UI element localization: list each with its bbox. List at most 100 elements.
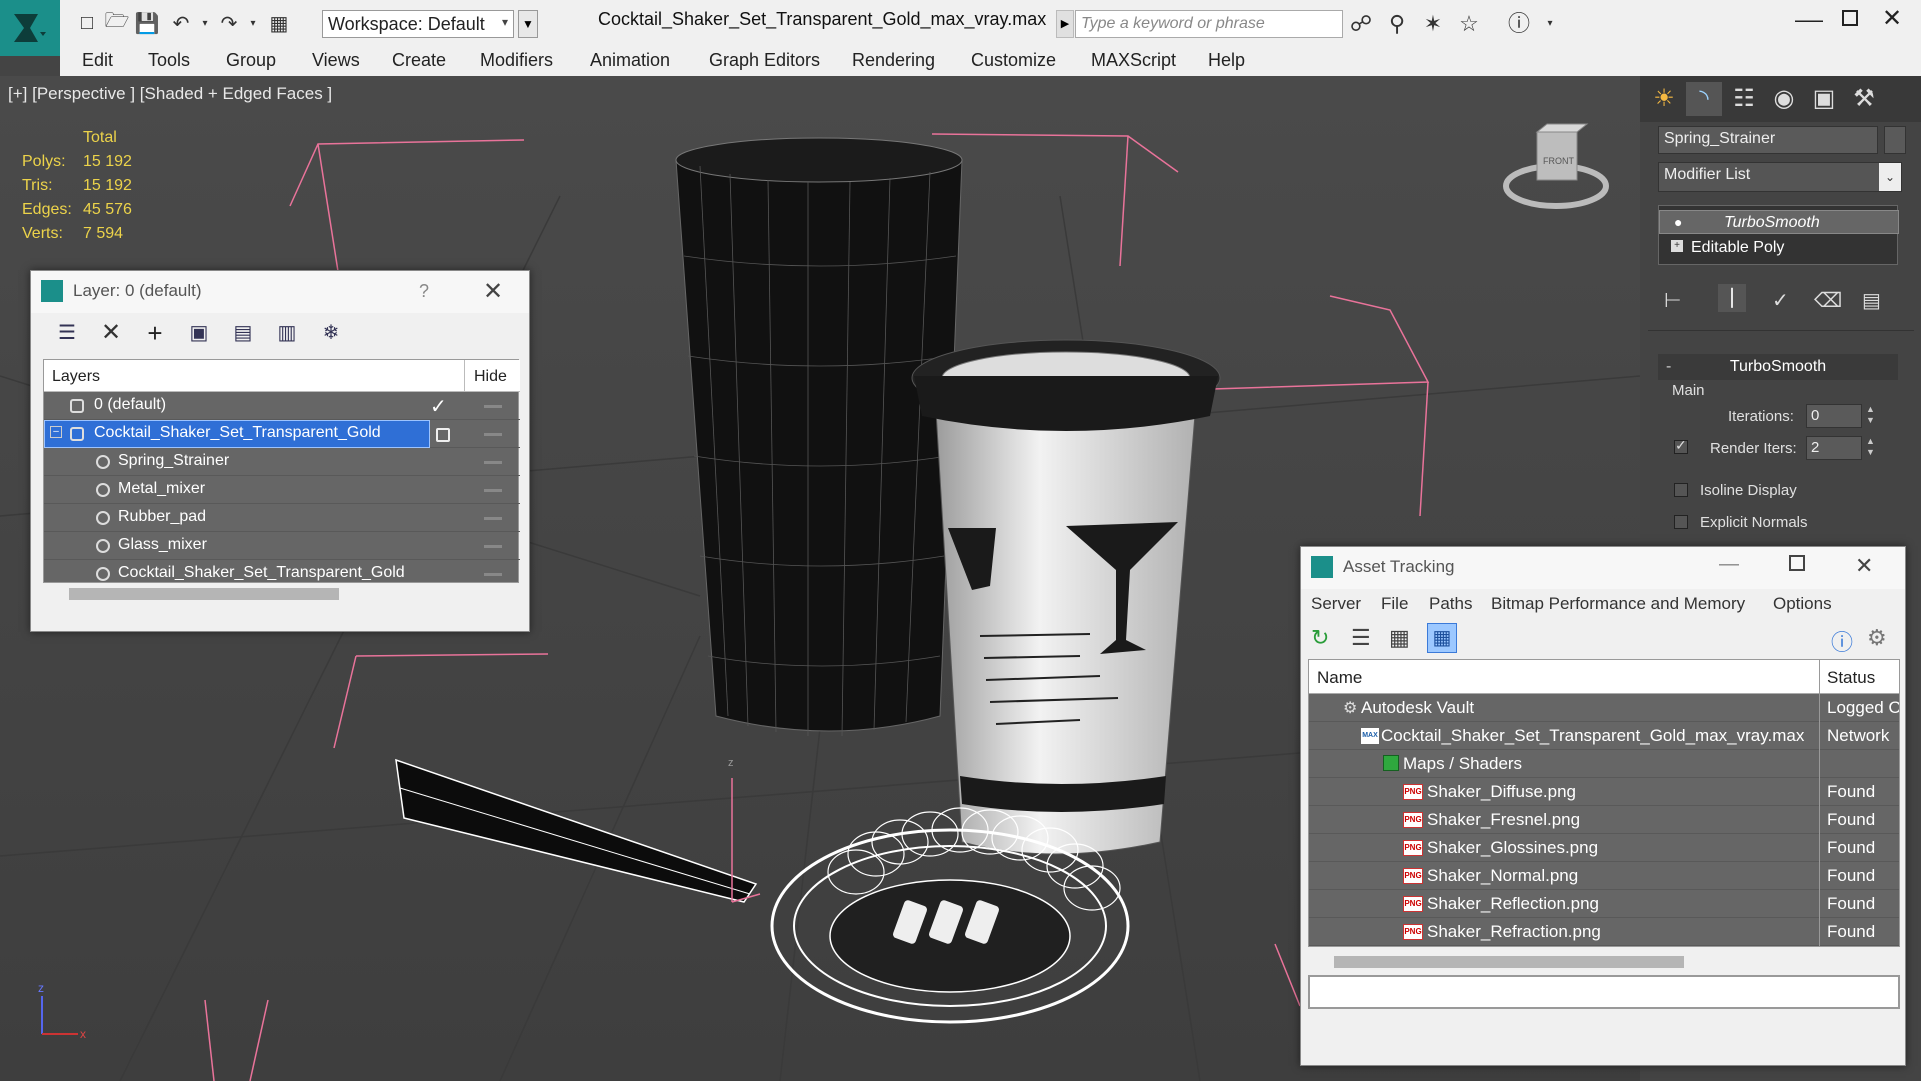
render-iters-spinner[interactable]: ▲ ▼ [1866, 436, 1878, 460]
asset-tracking-titlebar[interactable]: Asset Tracking — ✕ [1301, 547, 1905, 589]
asset-row[interactable]: PNG Shaker_Diffuse.png Found [1309, 778, 1899, 806]
hide-column-header[interactable]: Hide [474, 368, 507, 386]
undo-icon[interactable]: ↶ [168, 10, 194, 36]
menu-views[interactable]: Views [312, 50, 360, 71]
asset-row[interactable]: PNG Shaker_Fresnel.png Found [1309, 806, 1899, 834]
menu-file[interactable]: File [1381, 594, 1408, 614]
pin-stack-icon[interactable]: ⊢ [1664, 288, 1681, 313]
layer-row-selected[interactable]: – Cocktail_Shaker_Set_Transparent_Gold [44, 420, 520, 448]
hide-toggle[interactable] [484, 517, 502, 520]
menu-edit[interactable]: Edit [82, 50, 113, 71]
viewport-label[interactable]: [+] [Perspective ] [Shaded + Edged Faces… [8, 84, 332, 104]
asset-path-field[interactable] [1308, 975, 1900, 1009]
hide-toggle[interactable] [484, 545, 502, 548]
new-file-icon[interactable]: □ [74, 10, 100, 36]
select-objects-icon[interactable]: ▣ [185, 319, 213, 347]
turbosmooth-rollout-header[interactable]: - TurboSmooth [1658, 354, 1898, 380]
menu-modifiers[interactable]: Modifiers [480, 50, 553, 71]
hide-all-icon[interactable]: ▥ [273, 319, 301, 347]
menu-rendering[interactable]: Rendering [852, 50, 935, 71]
add-icon[interactable]: + [141, 319, 169, 347]
maximize-icon[interactable] [1789, 555, 1805, 571]
isoline-display-checkbox[interactable] [1674, 483, 1688, 497]
redo-icon[interactable]: ↷ [216, 10, 242, 36]
app-logo-icon[interactable] [0, 0, 60, 56]
glass-mixer-object[interactable] [675, 137, 963, 737]
delete-icon[interactable]: ✕ [97, 319, 125, 347]
table-view-icon[interactable]: ▦ [1427, 623, 1457, 653]
save-icon[interactable]: 💾 [134, 10, 160, 36]
current-layer-box-icon[interactable] [436, 428, 450, 442]
menu-customize[interactable]: Customize [971, 50, 1056, 71]
remove-modifier-icon[interactable]: ⌫ [1814, 288, 1842, 313]
asset-row[interactable]: MAX Cocktail_Shaker_Set_Transparent_Gold… [1309, 722, 1899, 750]
menu-graph-editors[interactable]: Graph Editors [709, 50, 820, 71]
menu-tools[interactable]: Tools [148, 50, 190, 71]
hide-toggle[interactable] [484, 489, 502, 492]
layer-row-object[interactable]: Metal_mixer [44, 476, 520, 504]
undo-dropdown-icon[interactable]: ▾ [192, 10, 218, 36]
render-iters-checkbox[interactable]: ✓ [1674, 437, 1688, 454]
scrollbar-thumb[interactable] [1334, 956, 1684, 968]
collapse-icon[interactable]: – [50, 426, 62, 438]
asset-row[interactable]: PNG Shaker_Reflection.png Found [1309, 890, 1899, 918]
layer-row-object[interactable]: Rubber_pad [44, 504, 520, 532]
close-window-icon[interactable]: ✕ [1872, 2, 1912, 36]
minimize-button[interactable]: — [1786, 4, 1826, 36]
key-icon[interactable]: ⚲ [1383, 10, 1411, 38]
layers-column-header[interactable]: Layers [52, 368, 100, 386]
exchange-icon[interactable]: ✶ [1419, 10, 1447, 38]
maximize-icon[interactable] [1842, 10, 1858, 26]
search-expand-icon[interactable]: ▶ [1056, 10, 1074, 38]
modify-tab-icon[interactable]: ◝ [1686, 82, 1722, 116]
object-name-field[interactable]: Spring_Strainer [1658, 126, 1878, 154]
help-icon[interactable]: ⓘ [1505, 10, 1533, 38]
hide-toggle[interactable] [484, 573, 502, 576]
tree-view-icon[interactable]: ▦ [1389, 625, 1410, 651]
expand-icon[interactable]: + [1671, 240, 1683, 252]
layer-row-default[interactable]: 0 (default) ✓ [44, 392, 520, 420]
menu-bitmap-performance[interactable]: Bitmap Performance and Memory [1491, 594, 1745, 614]
redo-dropdown-icon[interactable]: ▾ [240, 10, 266, 36]
scrollbar-thumb[interactable] [69, 588, 339, 600]
highlight-layer-icon[interactable]: ▤ [229, 319, 257, 347]
asset-row[interactable]: PNG Shaker_Glossines.png Found [1309, 834, 1899, 862]
asset-horizontal-scrollbar[interactable] [1308, 951, 1900, 971]
stack-item-turbosmooth[interactable]: ● TurboSmooth [1659, 210, 1899, 234]
layer-horizontal-scrollbar[interactable] [43, 583, 519, 603]
hide-toggle[interactable] [484, 405, 502, 408]
project-folder-icon[interactable]: ▦ [266, 10, 292, 36]
list-view-icon[interactable]: ☰ [1351, 625, 1371, 651]
explicit-normals-checkbox[interactable] [1674, 515, 1688, 529]
open-file-icon[interactable]: 🗁 [104, 10, 130, 36]
iterations-input[interactable]: 0 [1806, 404, 1862, 428]
new-layer-icon[interactable]: ☰ [53, 319, 81, 347]
display-tab-icon[interactable]: ▣ [1806, 82, 1842, 116]
show-end-result-icon[interactable]: ❘ [1718, 284, 1746, 312]
help-icon[interactable]: ⓘ [1831, 625, 1853, 657]
hide-toggle[interactable] [484, 461, 502, 464]
settings-icon[interactable]: ⚙ [1867, 625, 1887, 651]
create-tab-sun-icon[interactable]: ☀ [1646, 82, 1682, 116]
hide-toggle[interactable] [484, 433, 502, 436]
asset-row[interactable]: Maps / Shaders [1309, 750, 1899, 778]
asset-row[interactable]: PNG Shaker_Refraction.png Found [1309, 918, 1899, 946]
freeze-all-icon[interactable]: ❄ [317, 319, 345, 347]
star-icon[interactable]: ☆ [1455, 10, 1483, 38]
workspace-select[interactable]: Workspace: Default ▾ [322, 10, 514, 38]
menu-animation[interactable]: Animation [590, 50, 670, 71]
iterations-spinner[interactable]: ▲ ▼ [1866, 404, 1878, 428]
search-input[interactable]: Type a keyword or phrase [1075, 10, 1343, 38]
utilities-tab-hammer-icon[interactable]: ⚒ [1846, 82, 1882, 116]
binoculars-icon[interactable]: ☍ [1347, 10, 1375, 38]
asset-row[interactable]: PNG Shaker_Normal.png Found [1309, 862, 1899, 890]
menu-maxscript[interactable]: MAXScript [1091, 50, 1176, 71]
make-unique-icon[interactable]: ✓ [1772, 288, 1789, 313]
close-icon[interactable]: ✕ [483, 277, 503, 306]
lightbulb-icon[interactable]: ● [1674, 214, 1682, 230]
menu-server[interactable]: Server [1311, 594, 1361, 614]
close-icon[interactable]: ✕ [1855, 553, 1873, 579]
menu-help[interactable]: Help [1208, 50, 1245, 71]
menu-options[interactable]: Options [1773, 594, 1832, 614]
name-column-header[interactable]: Name [1317, 668, 1362, 688]
